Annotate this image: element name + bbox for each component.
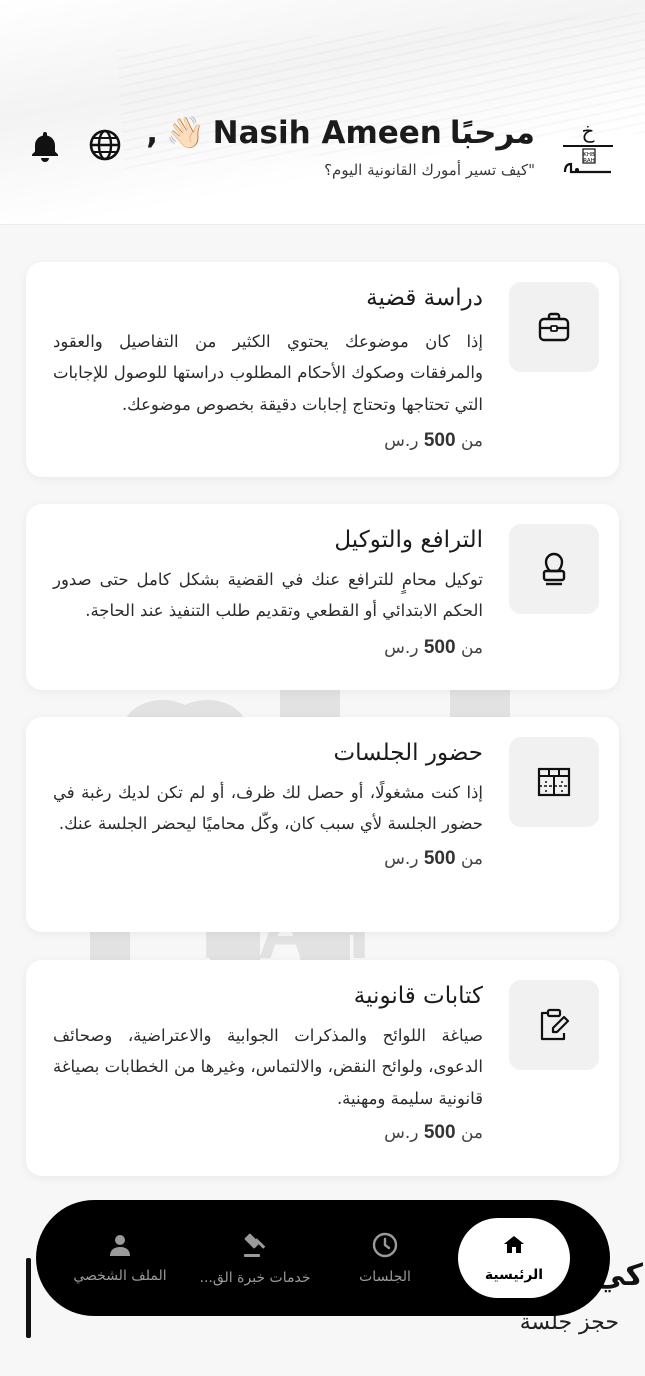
comma: ,: [146, 114, 159, 151]
greeting-line: مرحبًا Nasih Ameen 👋🏻 ,: [115, 114, 535, 152]
service-card-case-study[interactable]: دراسة قضية إذا كان موضوعك يحتوي الكثير م…: [26, 262, 619, 477]
svg-text:RAH: RAH: [583, 158, 595, 164]
svg-text:خ: خ: [582, 120, 595, 143]
service-card-litigation[interactable]: الترافع والتوكيل توكيل محامٍ للترافع عنك…: [26, 504, 619, 690]
nav-profile[interactable]: الملف الشخصي: [60, 1200, 180, 1316]
price-value: 500: [423, 847, 456, 869]
service-description: توكيل محامٍ للترافع عنك في القضية بشكل ك…: [53, 569, 483, 621]
service-description: إذا كان موضوعك يحتوي الكثير من التفاصيل …: [53, 331, 483, 414]
service-title: كتابات قانونية: [353, 983, 483, 1009]
price-currency: ر.س: [384, 430, 419, 451]
price-prefix: من: [460, 637, 483, 658]
user-name: Nasih Ameen: [212, 114, 442, 151]
scroll-indicator: [26, 1258, 31, 1338]
service-price: من 500 ر.س: [53, 1122, 483, 1144]
gavel-icon: [244, 1233, 266, 1257]
nav-label: الجلسات: [359, 1269, 411, 1285]
service-description: صياغة اللوائح والمذكرات الجوابية والاعتر…: [53, 1025, 483, 1108]
service-icon-box: [509, 282, 599, 372]
service-card-sessions[interactable]: حضور الجلسات إذا كنت مشغولًا، أو حصل لك …: [26, 717, 619, 932]
service-icon-box: [509, 524, 599, 614]
nav-home[interactable]: الرئيسية: [458, 1218, 570, 1298]
greeting-word: مرحبًا: [449, 114, 535, 151]
price-currency: ر.س: [384, 1122, 419, 1143]
service-title: دراسة قضية: [366, 285, 483, 311]
service-icon-box: [509, 737, 599, 827]
service-content: حضور الجلسات إذا كنت مشغولًا، أو حصل لك …: [53, 739, 483, 870]
greeting-block: مرحبًا Nasih Ameen 👋🏻 , "كيف تسير أمورك …: [115, 114, 535, 180]
service-content: الترافع والتوكيل توكيل محامٍ للترافع عنك…: [53, 526, 483, 659]
clock-icon: [372, 1232, 398, 1258]
briefcase-icon: [538, 312, 570, 342]
service-price: من 500 ر.س: [53, 637, 483, 659]
top-header: خ KHB RAH مرحبًا Nasih Ameen 👋🏻 , "كيف ت…: [0, 0, 645, 225]
wave-emoji: 👋🏻: [166, 115, 205, 151]
service-title: حضور الجلسات: [333, 740, 484, 766]
service-content: كتابات قانونية صياغة اللوائح والمذكرات ا…: [53, 982, 483, 1144]
nav-sessions[interactable]: الجلسات: [330, 1200, 440, 1316]
service-card-legal-writing[interactable]: كتابات قانونية صياغة اللوائح والمذكرات ا…: [26, 960, 619, 1176]
bell-icon[interactable]: [28, 128, 62, 162]
nav-label: خدمات خبرة الق...: [199, 1270, 311, 1286]
service-description: إذا كنت مشغولًا، أو حصل لك ظرف، أو لم تك…: [53, 782, 483, 834]
bottom-nav: الرئيسية الجلسات خدمات خبرة الق... الملف…: [36, 1200, 610, 1316]
globe-icon[interactable]: [88, 128, 122, 162]
nav-label: الملف الشخصي: [73, 1268, 167, 1284]
khibrah-logo: خ KHB RAH: [563, 120, 613, 174]
price-currency: ر.س: [384, 848, 419, 869]
price-currency: ر.س: [384, 637, 419, 658]
price-value: 500: [423, 636, 456, 658]
clipboard-pen-icon: [540, 1008, 570, 1041]
service-price: من 500 ر.س: [53, 430, 483, 452]
nav-label: الرئيسية: [484, 1267, 544, 1283]
app-root: خ KHB RAH مرحبًا Nasih Ameen 👋🏻 , "كيف ت…: [0, 0, 645, 1376]
home-icon: [504, 1236, 524, 1253]
nav-services[interactable]: خدمات خبرة الق...: [190, 1200, 320, 1316]
price-prefix: من: [460, 430, 483, 451]
price-value: 500: [423, 1121, 456, 1143]
service-title: الترافع والتوكيل: [334, 527, 483, 553]
service-icon-box: [509, 980, 599, 1070]
price-prefix: من: [460, 848, 483, 869]
price-prefix: من: [460, 1122, 483, 1143]
courthouse-icon: [537, 767, 571, 797]
service-content: دراسة قضية إذا كان موضوعك يحتوي الكثير م…: [53, 284, 483, 452]
person-icon: [110, 1235, 130, 1256]
service-price: من 500 ر.س: [53, 848, 483, 870]
stamp-icon: [542, 552, 566, 586]
price-value: 500: [423, 429, 456, 451]
greeting-subtitle: "كيف تسير أمورك القانونية اليوم؟: [324, 161, 535, 179]
